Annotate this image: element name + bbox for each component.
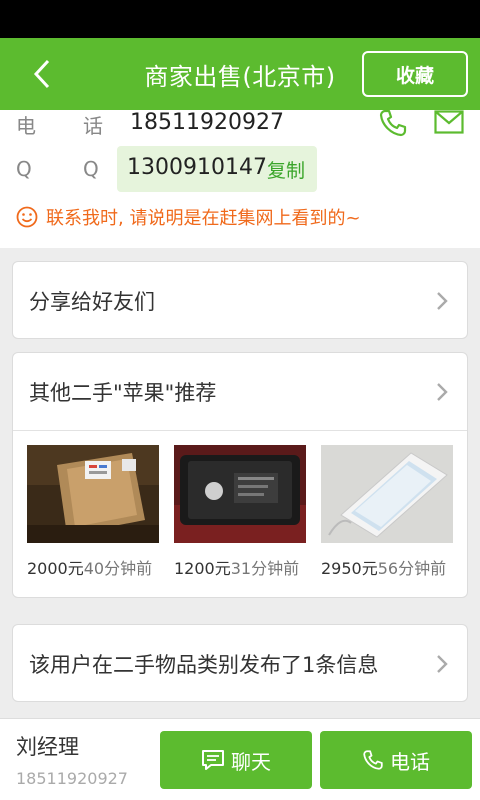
recommend-card: 其他二手"苹果"推荐 2000元40分钟前 1200元31分钟前 2950元56… [12, 352, 468, 598]
recommend-header[interactable]: 其他二手"苹果"推荐 [13, 353, 467, 431]
phone-number: 18511920927 [130, 110, 284, 135]
item-thumbnail[interactable] [27, 445, 159, 543]
item-time: 31分钟前 [230, 559, 300, 578]
user-posts-row[interactable]: 该用户在二手物品类别发布了1条信息 [13, 625, 467, 703]
notice-text: 联系我时, 请说明是在赶集网上看到的~ [46, 208, 361, 229]
item-price: 2950元 [321, 559, 378, 578]
item-thumbnail[interactable] [321, 445, 453, 543]
chevron-right-icon [437, 655, 448, 673]
recommend-list: 2000元40分钟前 1200元31分钟前 2950元56分钟前 [13, 431, 467, 579]
phone-icon [363, 750, 383, 770]
item-time: 40分钟前 [83, 559, 153, 578]
qq-row: Q Q 1300910147 复制 [0, 146, 480, 192]
share-label: 分享给好友们 [29, 290, 155, 314]
phone-row: 电 话 18511920927 [0, 108, 480, 140]
item-time: 56分钟前 [377, 559, 447, 578]
item-meta: 2000元40分钟前 [27, 555, 159, 579]
recommend-item[interactable]: 2000元40分钟前 [27, 445, 159, 579]
item-meta: 1200元31分钟前 [174, 555, 306, 579]
item-thumbnail[interactable] [174, 445, 306, 543]
status-bar [0, 0, 480, 38]
item-meta: 2950元56分钟前 [321, 555, 453, 579]
phone-label-2: 话 [83, 114, 103, 138]
item-price: 1200元 [174, 559, 231, 578]
contact-notice: 联系我时, 请说明是在赶集网上看到的~ [16, 204, 470, 230]
share-card[interactable]: 分享给好友们 [12, 261, 468, 339]
phone-label-1: 电 [16, 114, 36, 138]
page-title: 商家出售(北京市) [144, 62, 336, 91]
smile-icon [16, 206, 38, 228]
qq-label-2: Q [83, 157, 99, 181]
chat-icon [202, 750, 224, 770]
chevron-right-icon [437, 292, 448, 310]
item-price: 2000元 [27, 559, 84, 578]
recommend-item[interactable]: 2950元56分钟前 [321, 445, 453, 579]
favorite-button[interactable]: 收藏 [362, 51, 468, 97]
title-bar: 商家出售(北京市) 收藏 [0, 38, 480, 110]
user-posts-card[interactable]: 该用户在二手物品类别发布了1条信息 [12, 624, 468, 702]
seller-phone: 18511920927 [16, 769, 128, 788]
recommend-title: 其他二手"苹果"推荐 [29, 380, 217, 405]
qq-label-1: Q [16, 157, 32, 181]
call-label: 电话 [390, 749, 430, 774]
chat-label: 聊天 [231, 749, 271, 774]
qq-number: 1300910147 [127, 155, 267, 180]
phone-icon[interactable] [378, 108, 408, 138]
back-button[interactable] [22, 52, 62, 96]
share-row[interactable]: 分享给好友们 [13, 262, 467, 340]
chevron-right-icon [437, 382, 448, 401]
contact-panel: 电 话 18511920927 Q Q 1300910147 复制 联系我时, … [0, 108, 480, 248]
chat-button[interactable]: 聊天 [160, 731, 312, 789]
message-icon[interactable] [434, 110, 464, 134]
bottom-action-bar: 刘经理 18511920927 聊天 电话 [0, 718, 480, 800]
qq-box: 1300910147 复制 [117, 146, 317, 192]
recommend-item[interactable]: 1200元31分钟前 [174, 445, 306, 579]
seller-name: 刘经理 [16, 735, 79, 759]
copy-button[interactable]: 复制 [267, 156, 305, 183]
user-posts-label: 该用户在二手物品类别发布了1条信息 [29, 653, 379, 677]
chevron-left-icon [33, 59, 50, 89]
call-button[interactable]: 电话 [320, 731, 472, 789]
